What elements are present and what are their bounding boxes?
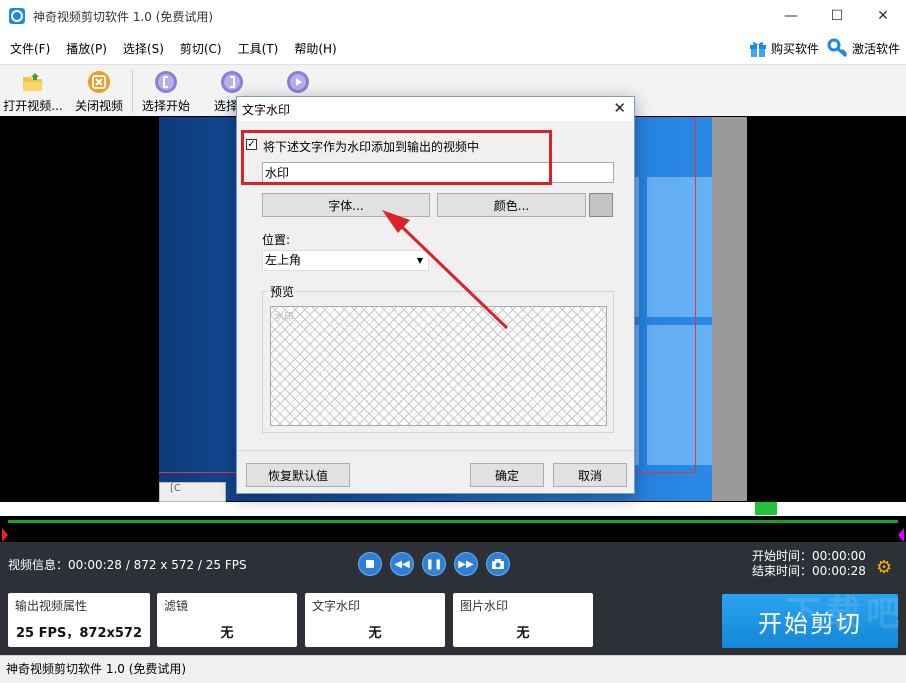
buy-software-button[interactable]: 购买软件	[748, 38, 819, 58]
open-video-label: 打开视频...	[3, 99, 63, 113]
close-video-button[interactable]: 关闭视频	[66, 65, 132, 116]
snapshot-button[interactable]	[486, 552, 510, 576]
close-window-button[interactable]: ✕	[860, 0, 906, 32]
position-select-value: 左上角	[265, 253, 302, 267]
filter-value: 无	[220, 626, 234, 641]
maximize-button[interactable]: ☐	[814, 0, 860, 32]
video-info-text: 视频信息：00:00:28 / 872 x 572 / 25 FPS	[8, 558, 247, 572]
preview-label: 预览	[267, 283, 298, 300]
video-side-strip	[712, 117, 747, 501]
position-select[interactable]: 左上角 ▼	[262, 250, 429, 271]
output-properties-value: 25 FPS，872x572	[15, 626, 143, 641]
app-icon	[9, 8, 25, 24]
gear-icon[interactable]: ⚙	[876, 557, 892, 578]
selection-start-handle[interactable]	[2, 528, 8, 542]
text-watermark-dialog: 文字水印 ✕ ✓ 将下述文字作为水印添加到输出的视频中 字体... 颜色... …	[236, 96, 635, 494]
close-video-label: 关闭视频	[74, 99, 123, 113]
selection-end-handle[interactable]	[898, 528, 904, 542]
stop-icon	[366, 560, 374, 568]
dialog-title: 文字水印	[242, 102, 291, 117]
dialog-title-bar: 文字水印 ✕	[237, 97, 634, 121]
title-bar: 神奇视频剪切软件 1.0 (免费试用) — ☐ ✕	[0, 0, 906, 32]
annotation-highlight-box	[241, 130, 552, 185]
gift-icon	[749, 42, 766, 57]
image-watermark-label: 图片水印	[460, 599, 509, 613]
pause-button[interactable]: ❚❚	[422, 552, 446, 576]
minimize-button[interactable]: —	[768, 0, 814, 32]
output-properties-label: 输出视频属性	[15, 599, 88, 613]
menu-file[interactable]: 文件(F)	[4, 40, 56, 57]
menu-cut[interactable]: 剪切(C)	[174, 40, 228, 57]
time-info: 开始时间：00:00:00 结束时间：00:00:28	[752, 549, 866, 579]
status-bar: 神奇视频剪切软件 1.0 (免费试用)	[0, 655, 906, 683]
play-circle-icon	[286, 70, 310, 94]
window-title: 神奇视频剪切软件 1.0 (免费试用)	[33, 9, 214, 24]
key-icon	[827, 38, 848, 58]
video-corner-tab[interactable]: [C	[159, 482, 226, 502]
info-panel: 视频信息：00:00:28 / 872 x 572 / 25 FPS ◀◀ ❚❚…	[0, 542, 906, 655]
dialog-close-icon[interactable]: ✕	[613, 99, 626, 117]
site-watermark: 下载吧	[786, 594, 906, 634]
end-time-label: 结束时间：	[752, 564, 813, 578]
window-controls: — ☐ ✕	[768, 0, 906, 32]
filter-card[interactable]: 滤镜 无	[157, 593, 297, 647]
output-properties-card[interactable]: 输出视频属性 25 FPS，872x572	[8, 593, 150, 647]
text-watermark-label: 文字水印	[312, 599, 361, 613]
bracket-left-icon	[154, 70, 178, 94]
activate-software-label: 激活软件	[851, 41, 900, 56]
filter-label: 滤镜	[164, 599, 189, 613]
select-start-label: 选择开始	[141, 99, 190, 113]
text-watermark-card[interactable]: 文字水印 无	[305, 593, 445, 647]
position-label: 位置:	[262, 233, 291, 247]
close-video-icon	[87, 70, 111, 94]
image-watermark-card[interactable]: 图片水印 无	[453, 593, 593, 647]
timeline-position-marker[interactable]	[755, 502, 777, 515]
start-time-label: 开始时间：	[752, 549, 813, 563]
cancel-button[interactable]: 取消	[553, 463, 627, 487]
dropdown-caret-icon: ▼	[416, 256, 423, 265]
dialog-divider	[237, 450, 634, 451]
preview-area: 水印	[270, 306, 607, 426]
color-button[interactable]: 颜色...	[437, 193, 586, 217]
menu-select[interactable]: 选择(S)	[117, 40, 170, 57]
start-time-value: 00:00:00	[812, 549, 866, 563]
font-button[interactable]: 字体...	[262, 193, 430, 217]
timeline-selection-bar[interactable]	[8, 520, 898, 523]
text-watermark-value: 无	[368, 626, 382, 641]
folder-open-icon	[21, 70, 45, 94]
open-video-button[interactable]: 打开视频...	[0, 65, 66, 116]
playback-controls: ◀◀ ❚❚ ▶▶	[358, 552, 510, 576]
select-start-button[interactable]: 选择开始	[133, 65, 199, 116]
bracket-right-icon	[220, 70, 244, 94]
menu-play[interactable]: 播放(P)	[60, 40, 113, 57]
menu-bar: 文件(F) 播放(P) 选择(S) 剪切(C) 工具(T) 帮助(H) 购买软件…	[0, 32, 906, 64]
rewind-icon: ◀◀	[394, 558, 410, 570]
preview-watermark-text: 水印	[274, 312, 294, 323]
fast-forward-icon: ▶▶	[458, 558, 474, 570]
end-time-value: 00:00:28	[812, 564, 866, 578]
camera-icon	[492, 559, 504, 569]
menu-tools[interactable]: 工具(T)	[232, 40, 285, 57]
reset-default-button[interactable]: 恢复默认值	[246, 463, 350, 487]
rewind-button[interactable]: ◀◀	[390, 552, 414, 576]
activate-software-button[interactable]: 激活软件	[827, 38, 900, 58]
buy-software-label: 购买软件	[770, 41, 819, 56]
fast-forward-button[interactable]: ▶▶	[454, 552, 478, 576]
menu-help[interactable]: 帮助(H)	[288, 40, 342, 57]
pause-icon: ❚❚	[425, 558, 443, 570]
stop-button[interactable]	[358, 552, 382, 576]
color-swatch[interactable]	[589, 193, 613, 217]
image-watermark-value: 无	[516, 626, 530, 641]
ok-button[interactable]: 确定	[470, 463, 544, 487]
